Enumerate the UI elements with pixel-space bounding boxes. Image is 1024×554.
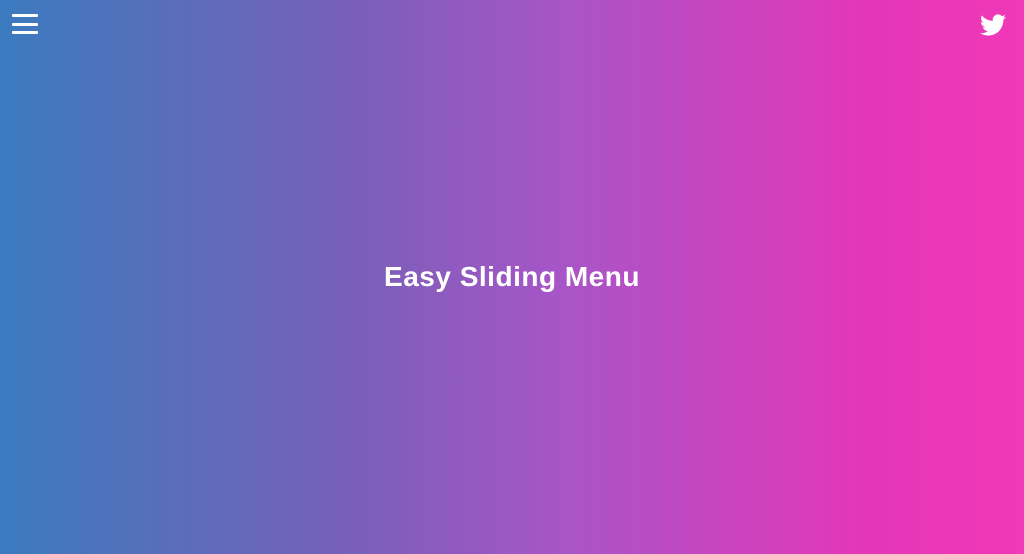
hamburger-line-icon [12,23,38,26]
page-title: Easy Sliding Menu [384,261,640,293]
twitter-link[interactable] [980,12,1006,38]
hamburger-line-icon [12,14,38,17]
hamburger-line-icon [12,31,38,34]
hamburger-menu-button[interactable] [12,14,38,34]
twitter-icon [980,12,1006,38]
